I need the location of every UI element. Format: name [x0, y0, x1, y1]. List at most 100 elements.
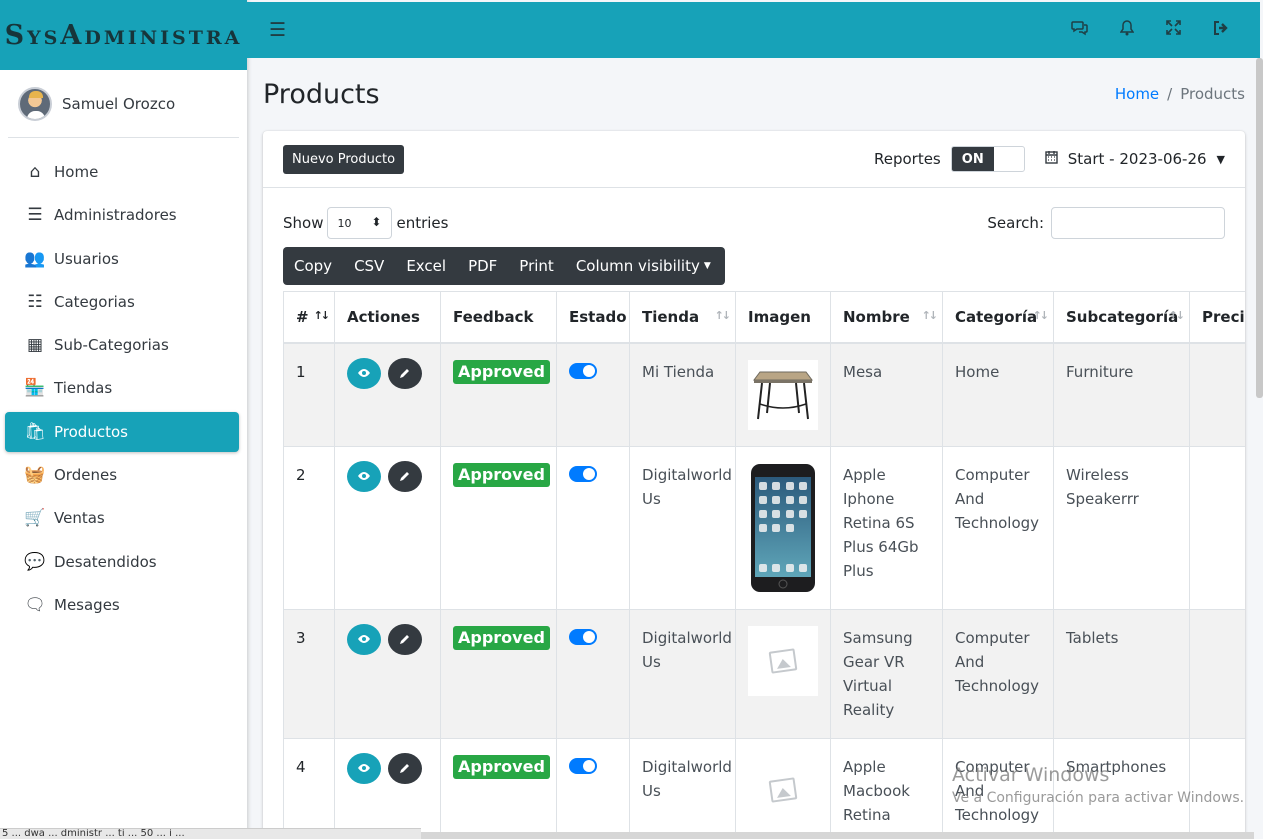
- categoria-cell: Computer And Technology: [942, 608, 1054, 739]
- breadcrumb: Home / Products: [1115, 85, 1245, 103]
- sidebar-item-sub-categorias[interactable]: ▦ Sub-Categorias: [5, 325, 239, 365]
- table-row: 2 Approved Digitalworld Us Apple Iphone Ret…: [283, 445, 1245, 610]
- eye-icon: [358, 369, 370, 377]
- view-button[interactable]: [347, 623, 381, 655]
- table-row: 3 Approved Digitalworld Us Samsung Gear VR …: [283, 608, 1245, 739]
- sidebar-item-ventas[interactable]: 🛒 Ventas: [5, 498, 239, 538]
- edit-button[interactable]: [388, 357, 422, 389]
- print-button[interactable]: Print: [508, 247, 565, 285]
- sidebar-item-tiendas[interactable]: 🏪 Tiendas: [5, 368, 239, 408]
- hamburger-menu-icon[interactable]: ☰: [269, 19, 286, 41]
- date-range-picker[interactable]: Start - 2023-06-26 ▼: [1045, 150, 1225, 168]
- estado-cell: [556, 608, 630, 739]
- pencil-icon: [400, 635, 409, 644]
- column-header[interactable]: Nombre ↑↓: [830, 291, 943, 344]
- horizontal-scrollbar[interactable]: [421, 832, 1254, 839]
- reportes-toggle[interactable]: ON: [950, 146, 1025, 172]
- entries-label: entries: [396, 214, 449, 232]
- sidebar-item-label: Tiendas: [54, 379, 113, 398]
- page-title: Products: [263, 78, 380, 110]
- view-button[interactable]: [347, 357, 381, 389]
- edit-button[interactable]: [388, 752, 422, 784]
- sidebar-item-label: Productos: [54, 422, 128, 441]
- column-header: Feedback: [440, 291, 557, 344]
- sidebar-item-mesages[interactable]: 🗨 Mesages: [5, 585, 239, 625]
- export-button-group: Copy CSV Excel PDF Print Column visibility ▼: [283, 247, 725, 285]
- sidebar-item-categorias[interactable]: ☷ Categorias: [5, 282, 239, 322]
- estado-cell: [556, 445, 630, 610]
- sidebar-item-usuarios[interactable]: 👥 Usuarios: [5, 239, 239, 279]
- edit-button[interactable]: [388, 623, 422, 655]
- watermark-line-1: Activar Windows: [952, 764, 1110, 786]
- view-button[interactable]: [347, 752, 381, 784]
- search-label: Search:: [987, 214, 1044, 232]
- tienda-cell: Mi Tienda: [629, 342, 736, 447]
- column-header[interactable]: Tienda ↑↓: [629, 291, 736, 344]
- precio-cell: [1189, 608, 1245, 739]
- user-panel[interactable]: Samuel Orozco: [8, 70, 239, 138]
- bell-icon[interactable]: [1103, 20, 1150, 40]
- image-placeholder-icon: [768, 776, 798, 803]
- column-visibility-button[interactable]: Column visibility ▼: [565, 247, 725, 285]
- sort-icon: ↑↓: [313, 309, 331, 322]
- table-controls: Show 10 entries Search:: [283, 207, 1225, 239]
- row-index: 1: [283, 342, 335, 447]
- messages-icon[interactable]: [1056, 20, 1103, 40]
- sidebar-item-administradores[interactable]: ☰ Administradores: [5, 195, 239, 235]
- product-image[interactable]: [748, 754, 818, 825]
- subcategoria-cell: Wireless Speakerrr: [1053, 445, 1190, 610]
- vertical-scrollbar[interactable]: [1256, 58, 1263, 398]
- row-actions: [347, 623, 428, 655]
- column-header[interactable]: # ↑↓: [283, 291, 335, 344]
- pencil-icon: [400, 764, 409, 773]
- estado-toggle[interactable]: [569, 465, 597, 482]
- column-header-label: Subcategoría: [1066, 307, 1179, 326]
- sidebar-item-productos[interactable]: 🛍 Productos: [5, 411, 239, 452]
- fullscreen-icon[interactable]: [1150, 20, 1197, 40]
- column-header[interactable]: Precio↑↓: [1189, 291, 1245, 344]
- breadcrumb-home-link[interactable]: Home: [1115, 85, 1159, 103]
- csv-button[interactable]: CSV: [343, 247, 395, 285]
- row-actions: [347, 460, 428, 492]
- estado-toggle[interactable]: [569, 628, 597, 645]
- sidebar-item-home[interactable]: ⌂ Home: [5, 152, 239, 192]
- actions-cell: [334, 737, 441, 839]
- brand-logo[interactable]: SysAdministra: [0, 0, 247, 70]
- search-input[interactable]: [1051, 207, 1225, 239]
- sort-icon: ↑↓: [1168, 309, 1186, 322]
- sidebar-item-desatendidos[interactable]: 💬 Desatendidos: [5, 542, 239, 582]
- excel-button[interactable]: Excel: [395, 247, 457, 285]
- estado-toggle[interactable]: [569, 757, 597, 774]
- column-header[interactable]: Categoría ↑↓: [942, 291, 1054, 344]
- product-image[interactable]: [748, 462, 818, 593]
- column-header: Imagen: [735, 291, 831, 344]
- tienda-cell: Digitalworld Us: [629, 737, 736, 839]
- store-icon: 🏪: [24, 378, 46, 399]
- card-header: Nuevo Producto Reportes ON Start - 2023-…: [263, 131, 1245, 188]
- logout-icon[interactable]: [1197, 20, 1244, 40]
- estado-toggle[interactable]: [569, 362, 597, 379]
- show-label: Show: [283, 214, 324, 232]
- actions-cell: [334, 342, 441, 447]
- date-range-text: Start - 2023-06-26: [1067, 150, 1207, 168]
- breadcrumb-separator: /: [1167, 85, 1173, 103]
- sidebar-item-ordenes[interactable]: 🧺 Ordenes: [5, 455, 239, 495]
- view-button[interactable]: [347, 460, 381, 492]
- product-image[interactable]: [748, 625, 818, 696]
- eye-icon: [358, 764, 370, 772]
- new-product-button[interactable]: Nuevo Producto: [283, 144, 405, 174]
- tienda-cell: Digitalworld Us: [629, 445, 736, 610]
- reportes-label: Reportes: [873, 150, 941, 168]
- column-header[interactable]: Subcategoría ↑↓: [1053, 291, 1190, 344]
- product-image[interactable]: [748, 359, 818, 430]
- entries-length-select[interactable]: 10: [327, 207, 393, 239]
- row-actions: [347, 357, 428, 389]
- pdf-button[interactable]: PDF: [457, 247, 508, 285]
- caret-down-icon: ▼: [1216, 152, 1225, 166]
- edit-button[interactable]: [388, 460, 422, 492]
- feedback-cell: Approved: [440, 608, 557, 739]
- calendar-icon: [1045, 150, 1058, 168]
- copy-button[interactable]: Copy: [283, 247, 343, 285]
- status-badge: Approved: [453, 462, 550, 487]
- sidebar-item-label: Ventas: [54, 509, 105, 528]
